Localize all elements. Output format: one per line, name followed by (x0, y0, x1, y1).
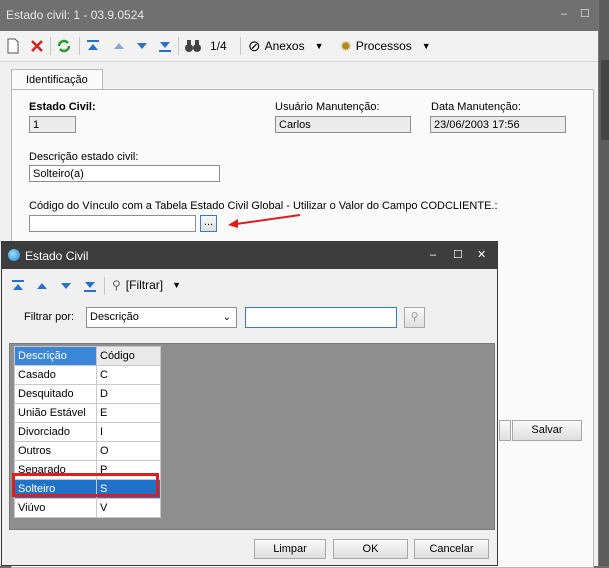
partial-button[interactable] (499, 420, 511, 441)
descricao-label: Descrição estado civil: (29, 151, 139, 163)
cell-descricao[interactable]: Viúvo (14, 498, 97, 518)
filter-input[interactable] (245, 307, 397, 328)
tab-label: Identificação (26, 74, 88, 86)
delete-icon[interactable] (29, 37, 45, 55)
last-record-icon[interactable] (158, 37, 172, 55)
filtrar-por-select[interactable]: Descrição ⌄ (86, 307, 237, 328)
new-icon[interactable] (6, 37, 20, 55)
cell-descricao[interactable]: Casado (14, 365, 97, 385)
tab-identificacao[interactable]: Identificação (11, 69, 103, 91)
toolbar-divider (104, 277, 105, 295)
table-row[interactable]: Viúvo V (14, 498, 161, 518)
next-record-icon[interactable] (135, 37, 149, 55)
table-row[interactable]: União Estável E (14, 403, 161, 423)
lookup-button[interactable]: ... (200, 215, 217, 232)
dialog-title: Estado Civil (25, 249, 89, 263)
cell-descricao[interactable]: Outros (14, 441, 97, 461)
data-manutencao-field[interactable]: 23/06/2003 17:56 (430, 116, 566, 133)
salvar-button[interactable]: Salvar (512, 420, 582, 441)
anexos-label: Anexos (264, 39, 305, 53)
funnel-icon: ⚲ (112, 278, 121, 292)
refresh-icon[interactable] (56, 37, 72, 55)
cancelar-button[interactable]: Cancelar (414, 539, 489, 559)
cell-codigo[interactable]: O (96, 441, 161, 461)
previous-record-icon[interactable] (35, 279, 49, 296)
filtrar-por-value: Descrição (90, 311, 139, 323)
chevron-down-icon: ⌄ (222, 312, 231, 323)
dialog-body: ⚲ [Filtrar] ▼ Filtrar por: Descrição ⌄ ⚲… (6, 269, 495, 563)
table-row[interactable]: Casado C (14, 365, 161, 385)
background-strip (599, 0, 609, 566)
funnel-icon: ⚲ (410, 311, 419, 323)
filtrar-por-label: Filtrar por: (24, 311, 75, 323)
estado-civil-dialog: Estado Civil – ☐ ✕ ⚲ [Filtrar] ▼ Filtrar… (1, 241, 498, 566)
dialog-minimize-button[interactable]: – (430, 249, 436, 261)
toolbar-divider (178, 37, 179, 55)
descricao-field[interactable]: Solteiro(a) (29, 165, 220, 182)
previous-record-icon[interactable] (112, 37, 126, 55)
filtrar-menu[interactable]: ⚲ [Filtrar] ▼ (112, 278, 181, 292)
processos-label: Processos (355, 39, 412, 53)
filtrar-label: [Filtrar] (125, 278, 164, 292)
codigo-vinculo-field[interactable] (29, 215, 196, 232)
cell-descricao[interactable]: União Estável (14, 403, 97, 423)
toolbar-divider (240, 37, 241, 55)
table-row[interactable]: Desquitado D (14, 384, 161, 404)
anexos-menu[interactable]: ⊘ Anexos ▼ (248, 37, 324, 55)
chevron-down-icon: ▼ (421, 41, 431, 51)
gears-icon: ✹ (340, 37, 352, 54)
annotation-arrow-icon (228, 214, 301, 228)
estado-civil-label: Estado Civil: (29, 101, 96, 113)
ok-button[interactable]: OK (333, 539, 408, 559)
title-bar: Estado civil: 1 - 03.9.0524 – ☐ (0, 0, 598, 31)
toolbar: 1/4 ⊘ Anexos ▼ ✹ Processos ▼ (0, 31, 598, 62)
processos-menu[interactable]: ✹ Processos ▼ (340, 37, 431, 55)
toolbar-divider (50, 37, 51, 55)
toolbar-divider (79, 37, 80, 55)
chevron-down-icon: ▼ (314, 41, 324, 51)
cell-codigo[interactable]: V (96, 498, 161, 518)
data-manutencao-label: Data Manutenção: (431, 101, 521, 113)
column-header-codigo[interactable]: Código (96, 346, 161, 366)
estado-civil-field[interactable]: 1 (29, 116, 76, 133)
next-record-icon[interactable] (59, 279, 73, 296)
cell-codigo[interactable]: C (96, 365, 161, 385)
cell-descricao[interactable]: Divorciado (14, 422, 97, 442)
highlight-box (12, 473, 159, 497)
window-title: Estado civil: 1 - 03.9.0524 (6, 8, 145, 22)
dialog-close-button[interactable]: ✕ (477, 249, 486, 261)
cell-codigo[interactable]: I (96, 422, 161, 442)
table-row[interactable]: Divorciado I (14, 422, 161, 442)
first-record-icon[interactable] (86, 37, 100, 55)
dialog-app-icon (8, 249, 20, 261)
table-row[interactable]: Outros O (14, 441, 161, 461)
dialog-title-bar: Estado Civil – ☐ ✕ (2, 242, 497, 269)
apply-filter-button[interactable]: ⚲ (404, 307, 425, 328)
minimize-button[interactable]: – (561, 8, 567, 20)
table-header: Descrição Código (14, 346, 161, 366)
results-grid: Descrição Código Casado C Desquitado D Uni… (9, 343, 495, 530)
usuario-manutencao-field[interactable]: Carlos (275, 116, 411, 133)
record-counter: 1/4 (210, 39, 227, 53)
usuario-manutencao-label: Usuário Manutenção: (275, 101, 380, 113)
last-record-icon[interactable] (83, 279, 97, 296)
first-record-icon[interactable] (11, 279, 25, 296)
cell-codigo[interactable]: D (96, 384, 161, 404)
paperclip-icon: ⊘ (248, 38, 261, 55)
maximize-button[interactable]: ☐ (580, 8, 590, 20)
column-header-descricao[interactable]: Descrição (14, 346, 97, 366)
dialog-maximize-button[interactable]: ☐ (453, 249, 463, 261)
cell-codigo[interactable]: E (96, 403, 161, 423)
scrollbar-thumb[interactable] (601, 60, 609, 140)
limpar-button[interactable]: Limpar (254, 539, 326, 559)
cell-descricao[interactable]: Desquitado (14, 384, 97, 404)
chevron-down-icon: ▼ (172, 280, 182, 290)
binoculars-icon[interactable] (184, 37, 202, 55)
